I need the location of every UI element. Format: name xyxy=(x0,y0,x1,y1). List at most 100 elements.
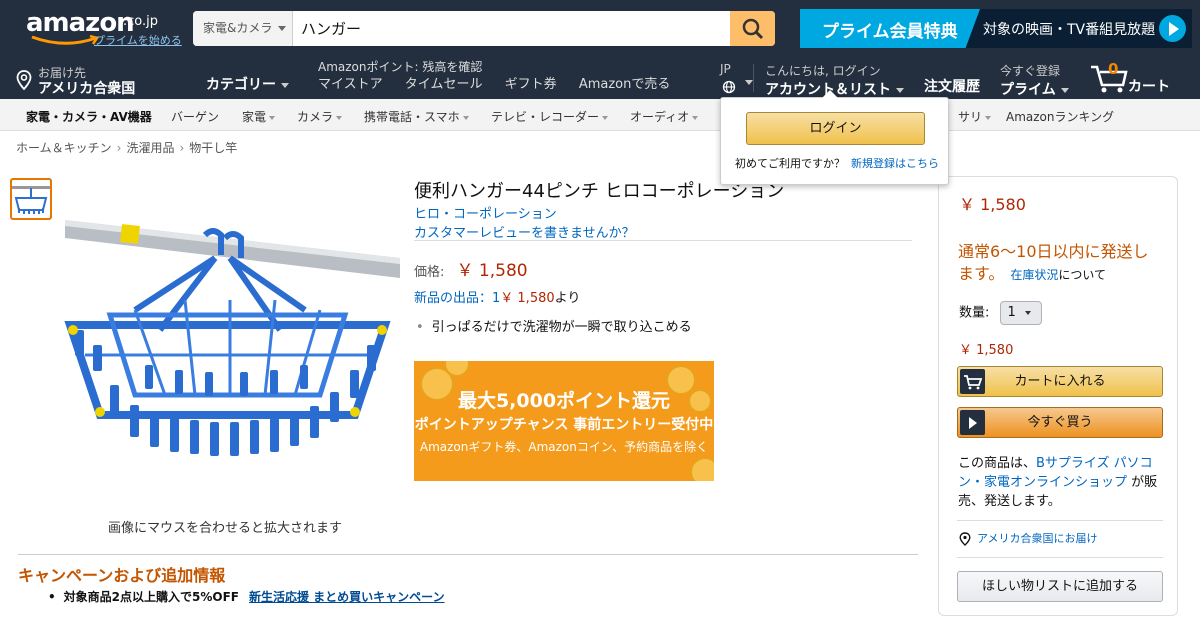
campaign-heading: キャンペーンおよび追加情報 xyxy=(18,566,226,585)
points-promo-banner[interactable]: 最大5,000ポイント還元 ポイントアップチャンス 事前エントリー受付中 Ama… xyxy=(414,361,714,481)
feature-bullet: • 引っぱるだけで洗濯物が一瞬で取り込こめる xyxy=(416,316,692,335)
write-review-link[interactable]: カスタマーレビューを書きませんか？ xyxy=(414,222,635,241)
product-thumbnail[interactable] xyxy=(10,178,52,220)
subnav-item-audio[interactable]: オーディオ xyxy=(630,108,699,125)
prime-label: プライム xyxy=(1000,82,1056,98)
prime-start-link[interactable]: プライムを始める xyxy=(94,32,182,48)
cart-button[interactable]: 0 カート xyxy=(1090,60,1180,96)
subnav-label: 家電 xyxy=(242,110,267,124)
new-offers-link[interactable]: 新品の出品：1 xyxy=(414,291,500,306)
cart-count: 0 xyxy=(1108,60,1119,78)
deliver-to[interactable]: お届け先 アメリカ合衆国 xyxy=(16,62,156,97)
subnav-item-bargain[interactable]: バーゲン xyxy=(171,108,219,125)
add-to-wishlist-button[interactable]: ほしい物リストに追加する xyxy=(957,571,1163,602)
price-value: ￥ 1,580 xyxy=(456,261,528,281)
subnav-label: 携帯電話・スマホ xyxy=(364,110,460,124)
bullet-icon: • xyxy=(416,320,424,335)
orders-link[interactable]: 注文履歴 xyxy=(924,76,980,96)
subnav-item-accessories[interactable]: サリ xyxy=(958,108,992,125)
chevron-down-icon xyxy=(1060,87,1069,93)
breadcrumb: ホーム＆キッチン › 洗濯用品 › 物干し竿 xyxy=(16,139,237,156)
signin-flyout: ログイン 初めてご利用ですか？ 新規登録はこちら xyxy=(720,90,949,185)
nav-link-sell[interactable]: Amazonで売る xyxy=(579,77,671,92)
logo-domain: .co.jp xyxy=(123,14,159,29)
buy-now-button[interactable]: 今すぐ買う xyxy=(957,407,1163,438)
promo-headline: 最大5,000ポイント還元 xyxy=(457,390,671,412)
chevron-down-icon xyxy=(278,26,287,31)
play-icon xyxy=(1159,15,1186,42)
promo-subline: ポイントアップチャンス 事前エントリー受付中 xyxy=(414,417,714,433)
ship-to-label: アメリカ合衆国にお届け xyxy=(977,532,1098,545)
promo-note: Amazonギフト券、Amazonコイン、予約商品を除く xyxy=(419,440,709,454)
register-link[interactable]: 新規登録はこちら xyxy=(851,157,939,170)
zoom-hint: 画像にマウスを合わせると拡大されます xyxy=(108,521,343,536)
quantity-value: 1 xyxy=(1007,305,1016,320)
quantity-label: 数量: xyxy=(959,305,990,321)
nav-divider xyxy=(753,64,754,92)
subnav-label: オーディオ xyxy=(630,110,690,124)
coin-icon xyxy=(690,457,714,481)
globe-icon xyxy=(722,80,736,94)
nav-link-timesale[interactable]: タイムセール xyxy=(405,77,483,92)
prime-video-banner[interactable]: プライム会員特典 対象の映画・TV番組見放題 xyxy=(800,9,1192,48)
subnav-item-appliances[interactable]: 家電 xyxy=(242,108,276,125)
bullet-icon: • xyxy=(48,590,56,604)
subnav-item-tv[interactable]: テレビ・レコーダー xyxy=(491,108,609,125)
sub-navigation: 家電・カメラ・AV機器 バーゲン 家電 カメラ 携帯電話・スマホ テレビ・レコー… xyxy=(0,99,1200,131)
price-row: 価格: ￥ 1,580 xyxy=(414,256,528,281)
smile-arrow-icon xyxy=(31,35,99,45)
search-button[interactable] xyxy=(730,11,775,46)
breadcrumb-item[interactable]: ホーム＆キッチン xyxy=(16,141,112,155)
play-icon xyxy=(960,410,985,435)
nav-link-mystore[interactable]: マイストア xyxy=(318,77,383,92)
stock-status-link[interactable]: 在庫状況 xyxy=(1010,268,1058,282)
search-icon xyxy=(742,18,763,39)
breadcrumb-item[interactable]: 洗濯用品 xyxy=(126,141,174,155)
chevron-down-icon xyxy=(692,115,699,120)
ship-to-address[interactable]: アメリカ合衆国にお届け xyxy=(959,530,1097,546)
quantity-select[interactable]: 1 xyxy=(999,301,1042,325)
login-button[interactable]: ログイン xyxy=(746,112,925,145)
breadcrumb-item[interactable]: 物干し竿 xyxy=(189,141,237,155)
chevron-down-icon xyxy=(1024,310,1031,315)
chevron-down-icon xyxy=(336,115,343,120)
buy-now-label: 今すぐ買う xyxy=(1027,415,1093,430)
prime-banner-text: 対象の映画・TV番組見放題 xyxy=(983,22,1156,38)
breadcrumb-separator-icon: › xyxy=(179,141,185,155)
brand-link[interactable]: ヒロ・コーポレーション xyxy=(414,203,557,222)
divider xyxy=(18,554,918,555)
campaign-link[interactable]: 新生活応援 まとめ買いキャンペーン xyxy=(249,590,445,604)
seller-info: この商品は、Bサプライズ パソコン・家電オンラインショップ が販売、発送します。 xyxy=(958,454,1168,511)
cart-label: カート xyxy=(1128,79,1170,95)
buy-box: ￥ 1,580 通常6～10日以内に発送します。 在庫状況について 数量: 1 ￥… xyxy=(938,176,1178,616)
product-main-image[interactable] xyxy=(55,180,400,480)
subnav-item-camera[interactable]: カメラ xyxy=(297,108,343,125)
chevron-down-icon xyxy=(602,115,609,120)
chevron-down-icon xyxy=(745,80,753,85)
chevron-down-icon xyxy=(462,115,469,120)
campaign-item: • 対象商品2点以上購入で5%OFF 新生活応援 まとめ買いキャンペーン xyxy=(48,588,445,605)
prime-banner-left: プライム会員特典 xyxy=(800,9,980,48)
search-input[interactable] xyxy=(293,11,730,46)
buybox-price: ￥ 1,580 xyxy=(959,195,1026,214)
categories-menu[interactable]: カテゴリー xyxy=(206,74,289,94)
language-selector[interactable]: JP xyxy=(720,62,753,94)
flyout-arrow xyxy=(822,90,838,98)
deliver-to-country: アメリカ合衆国 xyxy=(38,81,136,97)
subnav-item-electronics[interactable]: 家電・カメラ・AV機器 xyxy=(26,108,152,125)
nav-link-giftcard[interactable]: ギフト券 xyxy=(505,77,557,92)
feature-text: 引っぱるだけで洗濯物が一瞬で取り込こめる xyxy=(431,320,692,335)
subnav-item-phones[interactable]: 携帯電話・スマホ xyxy=(364,108,469,125)
search-category-dropdown[interactable]: 家電&カメラ xyxy=(193,11,293,46)
language-code: JP xyxy=(720,62,731,76)
search-category-label: 家電&カメラ xyxy=(203,21,273,35)
new-offers-price: ￥ 1,580 xyxy=(500,291,555,306)
campaign-text: 対象商品2点以上購入で5%OFF xyxy=(63,590,239,604)
subnav-item-ranking[interactable]: Amazonランキング xyxy=(1006,108,1114,125)
search-bar: 家電&カメラ xyxy=(193,11,775,46)
prime-menu[interactable]: 今すぐ登録 プライム xyxy=(1000,62,1069,99)
add-to-cart-button[interactable]: カートに入れる xyxy=(957,366,1163,397)
amazon-logo[interactable]: amazon .co.jp プライムを始める xyxy=(24,8,184,50)
nav-header: amazon .co.jp プライムを始める 家電&カメラ プライム会員特典 対… xyxy=(0,0,1200,58)
cart-icon xyxy=(960,369,985,394)
